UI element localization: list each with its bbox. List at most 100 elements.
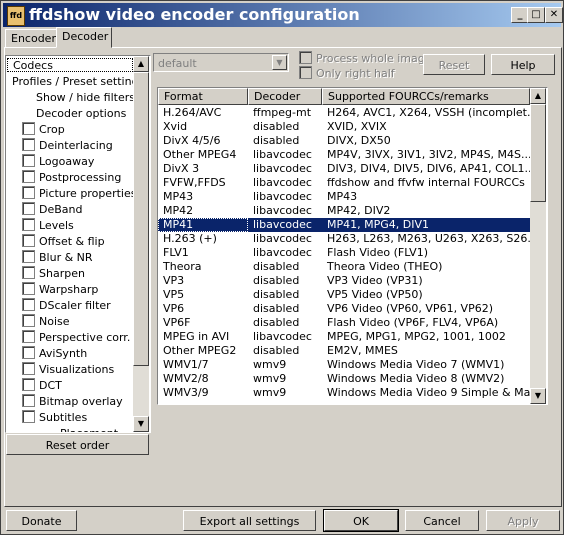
filter-list-item[interactable]: Profiles / Preset settings <box>12 74 144 90</box>
filter-enable-checkbox[interactable] <box>22 234 35 247</box>
table-cell-decoder[interactable]: libavcodec <box>248 176 322 190</box>
table-row[interactable]: Theora disabled Theora Video (THEO) <box>158 260 530 274</box>
column-header-decoder[interactable]: Decoder <box>248 88 322 105</box>
table-row[interactable]: WMV1/7 wmv9 Windows Media Video 7 (WMV1) <box>158 358 530 372</box>
ok-button[interactable]: OK <box>323 509 399 532</box>
filter-list-item[interactable]: Placement <box>60 426 118 432</box>
apply-button[interactable]: Apply <box>486 510 560 531</box>
table-cell-decoder[interactable]: libavcodec <box>248 190 322 204</box>
table-row[interactable]: MP43 libavcodec MP43 <box>158 190 530 204</box>
filter-enable-checkbox[interactable] <box>22 282 35 295</box>
preset-combo[interactable]: default ▼ <box>153 53 289 72</box>
filter-enable-checkbox[interactable] <box>22 298 35 311</box>
filter-enable-checkbox[interactable] <box>22 362 35 375</box>
table-cell-decoder[interactable]: disabled <box>248 344 322 358</box>
filter-list-item[interactable]: Levels <box>22 218 74 234</box>
table-row[interactable]: WMV3/9 wmv9 Windows Media Video 9 Simple &… <box>158 386 530 400</box>
filter-enable-checkbox[interactable] <box>22 346 35 359</box>
filter-list-item[interactable]: Postprocessing <box>22 170 121 186</box>
table-row[interactable]: MPEG in AVI libavcodec MPEG, MPG1, MPG2, 1… <box>158 330 530 344</box>
filter-list-item[interactable]: Visualizations <box>22 362 114 378</box>
filter-enable-checkbox[interactable] <box>22 138 35 151</box>
cancel-button[interactable]: Cancel <box>405 510 479 531</box>
table-cell-decoder[interactable]: disabled <box>248 302 322 316</box>
filter-enable-checkbox[interactable] <box>22 314 35 327</box>
process-whole-image-checkbox[interactable]: Process whole image <box>299 51 432 65</box>
scroll-thumb[interactable] <box>530 104 546 202</box>
title-bar[interactable]: ffd ffdshow video encoder configuration … <box>3 3 563 27</box>
filter-list-item[interactable]: Deinterlacing <box>22 138 113 154</box>
checkbox-box[interactable] <box>299 66 312 79</box>
table-row[interactable]: Other MPEG2 disabled EM2V, MMES <box>158 344 530 358</box>
filter-list-item[interactable]: Decoder options <box>36 106 126 122</box>
table-cell-decoder[interactable]: disabled <box>248 274 322 288</box>
filter-list-item[interactable]: Noise <box>22 314 70 330</box>
table-cell-decoder[interactable]: libavcodec <box>248 246 322 260</box>
tab-encoder[interactable]: Encoder <box>5 29 57 48</box>
scroll-thumb[interactable] <box>133 72 149 366</box>
codec-table-scrollbar[interactable]: ▲ ▼ <box>530 88 546 404</box>
filter-list-item[interactable]: Bitmap overlay <box>22 394 123 410</box>
table-cell-decoder[interactable]: disabled <box>248 288 322 302</box>
filter-enable-checkbox[interactable] <box>22 186 35 199</box>
scroll-down-button[interactable]: ▼ <box>133 416 149 432</box>
filter-list-item[interactable]: Blur & NR <box>22 250 93 266</box>
scroll-down-button[interactable]: ▼ <box>530 388 546 404</box>
export-all-settings-button[interactable]: Export all settings <box>183 510 316 531</box>
chevron-down-icon[interactable]: ▼ <box>272 55 287 70</box>
filter-enable-checkbox[interactable] <box>22 378 35 391</box>
app-icon[interactable]: ffd <box>7 6 25 26</box>
filter-enable-checkbox[interactable] <box>22 394 35 407</box>
filter-list-item[interactable]: DCT <box>22 378 62 394</box>
table-cell-decoder[interactable]: libavcodec <box>248 162 322 176</box>
donate-button[interactable]: Donate <box>6 510 77 531</box>
checkbox-box[interactable] <box>299 51 312 64</box>
table-row[interactable]: VP5 disabled VP5 Video (VP50) <box>158 288 530 302</box>
table-cell-decoder[interactable]: disabled <box>248 134 322 148</box>
table-row[interactable]: VP6 disabled VP6 Video (VP60, VP61, VP62) <box>158 302 530 316</box>
table-row[interactable]: Xvid disabled XVID, XVIX <box>158 120 530 134</box>
filter-enable-checkbox[interactable] <box>22 202 35 215</box>
reset-button[interactable]: Reset <box>423 54 485 75</box>
filter-list-item[interactable]: Show / hide filters <box>36 90 135 106</box>
table-cell-decoder[interactable]: libavcodec <box>248 330 322 344</box>
filter-enable-checkbox[interactable] <box>22 154 35 167</box>
filter-list-item[interactable]: Picture properties <box>22 186 136 202</box>
table-cell-decoder[interactable]: ffmpeg-mt <box>248 106 322 120</box>
filter-list-item[interactable]: Perspective corr. <box>22 330 130 346</box>
maximize-button[interactable]: □ <box>527 7 545 23</box>
filter-list-scrollbar[interactable]: ▲ ▼ <box>133 56 149 432</box>
scroll-up-button[interactable]: ▲ <box>530 88 546 104</box>
table-cell-decoder[interactable]: wmv9 <box>248 386 322 400</box>
table-cell-decoder[interactable]: disabled <box>248 120 322 134</box>
table-row[interactable]: DivX 4/5/6 disabled DIVX, DX50 <box>158 134 530 148</box>
table-cell-decoder[interactable]: wmv9 <box>248 372 322 386</box>
filter-enable-checkbox[interactable] <box>22 170 35 183</box>
filter-enable-checkbox[interactable] <box>22 122 35 135</box>
table-cell-decoder[interactable]: disabled <box>248 260 322 274</box>
filter-enable-checkbox[interactable] <box>22 250 35 263</box>
filter-enable-checkbox[interactable] <box>22 410 35 423</box>
filter-list-item[interactable]: DeBand <box>22 202 82 218</box>
filter-list-item[interactable]: Sharpen <box>22 266 85 282</box>
table-row[interactable]: WMV2/8 wmv9 Windows Media Video 8 (WMV2) <box>158 372 530 386</box>
table-cell-decoder[interactable]: wmv9 <box>248 358 322 372</box>
reset-order-button[interactable]: Reset order <box>6 434 149 455</box>
table-cell-decoder[interactable]: libavcodec <box>248 232 322 246</box>
only-right-half-checkbox[interactable]: Only right half <box>299 66 395 80</box>
table-row[interactable]: VP3 disabled VP3 Video (VP31) <box>158 274 530 288</box>
table-cell-decoder[interactable]: libavcodec <box>248 148 322 162</box>
filter-enable-checkbox[interactable] <box>22 266 35 279</box>
column-header-remarks[interactable]: Supported FOURCCs/remarks <box>322 88 530 105</box>
table-row[interactable]: Other MPEG4 libavcodec MP4V, 3IVX, 3IV1, 3… <box>158 148 530 162</box>
filter-list[interactable]: Codecs Profiles / Preset settings Show / h… <box>5 55 151 433</box>
filter-enable-checkbox[interactable] <box>22 330 35 343</box>
help-button[interactable]: Help <box>491 54 555 75</box>
filter-list-item[interactable]: Offset & flip <box>22 234 105 250</box>
table-cell-decoder[interactable]: libavcodec <box>248 204 322 218</box>
table-cell-decoder[interactable]: libavcodec <box>248 218 322 232</box>
filter-list-item[interactable]: Warpsharp <box>22 282 98 298</box>
filter-list-item[interactable]: Codecs <box>7 58 133 72</box>
filter-list-item[interactable]: DScaler filter <box>22 298 111 314</box>
table-row[interactable]: H.264/AVC ffmpeg-mt H264, AVC1, X264, VSSH… <box>158 106 530 120</box>
